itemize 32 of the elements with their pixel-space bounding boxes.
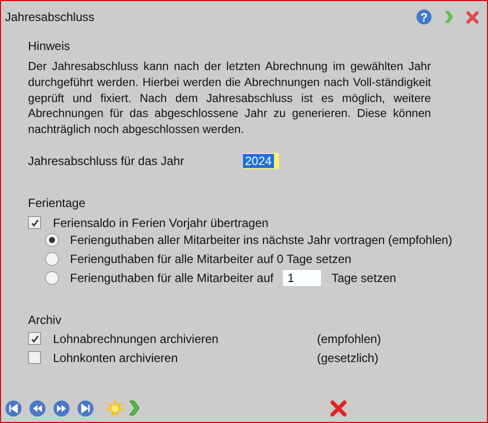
section-heading: Hinweis xyxy=(28,38,72,54)
year-label: Jahresabschluss für das Jahr xyxy=(28,154,186,168)
section-heading: Ferientage xyxy=(28,194,86,211)
notice-paragraph: Der Jahresabschluss kann nach der letzten Abrechnung im gewählten Jahr durchgeführt werden. Hierbei werden die Abrechnungen nach Voll-ständigkeit geprüft und fixiert. Nach dem Jahresabschluss ist es möglich, weitere Abrechnungen für das abgeschlossene Jahr zu generieren. Diese können nachträglich noch abgeschlossen werden. xyxy=(28,59,431,138)
section-heading: Archiv xyxy=(28,312,62,328)
close-icon[interactable] xyxy=(330,400,347,416)
close-icon[interactable] xyxy=(466,10,479,24)
radio-label: Ferienguthaben für alle Mitarbeiter auf xyxy=(70,271,274,286)
checkbox[interactable] xyxy=(28,332,41,346)
note-text: (empfohlen) xyxy=(317,332,382,346)
radio-label: Ferienguthaben aller Mitarbeiter ins nächste Jahr vortragen (empfohlen) xyxy=(70,233,452,248)
checkbox-label: Lohnabrechnungen archivieren xyxy=(53,332,220,346)
first-record-icon[interactable] xyxy=(5,400,22,416)
starburst-icon[interactable] xyxy=(105,398,125,418)
checkbox[interactable] xyxy=(28,216,41,230)
checkbox-label: Lohnkonten archivieren xyxy=(53,350,179,365)
days-field[interactable]: 1 xyxy=(283,270,322,286)
radio-label: Tage setzen xyxy=(331,271,396,286)
radio-button[interactable] xyxy=(45,252,59,266)
radio-label: Ferienguthaben für alle Mitarbeiter auf 0 Tage setzen xyxy=(70,252,352,266)
window-title: Jahresabschluss xyxy=(5,10,94,24)
radio-button[interactable] xyxy=(45,233,59,248)
previous-icon[interactable] xyxy=(29,400,46,416)
checkbox-label: Feriensaldo in Ferien Vorjahr übertragen xyxy=(53,216,268,230)
note-text: (gesetzlich) xyxy=(317,350,378,365)
radio-button[interactable] xyxy=(45,271,59,286)
year-field[interactable]: 2024 xyxy=(243,152,279,169)
chevron-right-icon[interactable] xyxy=(129,400,140,416)
checkbox[interactable] xyxy=(28,351,41,364)
last-record-icon[interactable] xyxy=(77,400,94,416)
help-icon[interactable]: ? xyxy=(416,9,432,25)
next-icon[interactable] xyxy=(53,400,70,416)
